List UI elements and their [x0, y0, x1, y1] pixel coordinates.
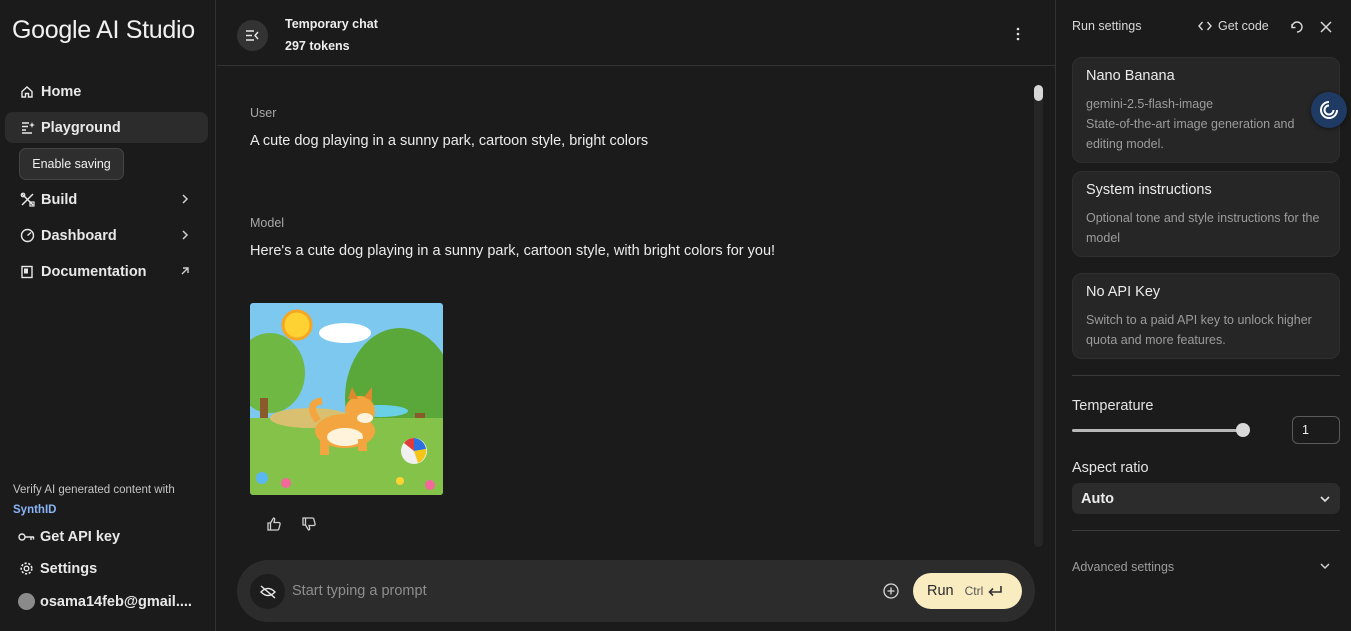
sidebar-item-label: Playground: [41, 119, 121, 136]
chat-title: Temporary chat: [285, 17, 378, 31]
get-code-button[interactable]: Get code: [1198, 19, 1269, 33]
toggle-sidebar-button[interactable]: [237, 20, 268, 51]
collapse-sidebar-icon: [246, 30, 259, 41]
gear-icon: [18, 560, 35, 577]
model-id: gemini-2.5-flash-image: [1086, 97, 1214, 111]
documentation-icon: [19, 264, 35, 280]
settings-button[interactable]: Settings: [18, 560, 97, 577]
token-count: 297 tokens: [285, 39, 350, 53]
prompt-bar: Run Ctrl: [237, 560, 1035, 622]
chevron-down-icon[interactable]: [1318, 559, 1332, 573]
run-shortcut: Ctrl: [964, 584, 984, 598]
thumbs-up-icon[interactable]: [266, 516, 282, 532]
sidebar-item-home[interactable]: Home: [5, 76, 208, 107]
more-options-icon[interactable]: [1010, 26, 1026, 42]
prompt-input[interactable]: [292, 580, 872, 602]
get-api-key-button[interactable]: Get API key: [18, 528, 120, 545]
external-link-icon: [181, 267, 189, 275]
run-label: Run: [927, 583, 954, 599]
temperature-input[interactable]: 1: [1292, 416, 1340, 444]
temporary-chat-toggle[interactable]: [250, 574, 285, 609]
key-icon: [18, 528, 35, 545]
home-icon: [19, 84, 35, 100]
add-media-icon[interactable]: [882, 582, 900, 600]
settings-label: Settings: [40, 560, 98, 577]
api-key-title: No API Key: [1086, 284, 1161, 300]
close-icon[interactable]: [1318, 19, 1334, 35]
run-button[interactable]: Run Ctrl: [913, 573, 1022, 609]
system-instructions-title: System instructions: [1086, 182, 1212, 198]
system-instructions-card[interactable]: System instructions Optional tone and st…: [1072, 171, 1340, 257]
get-code-label: Get code: [1218, 19, 1269, 33]
api-key-card[interactable]: No API Key Switch to a paid API key to u…: [1072, 273, 1340, 359]
sidebar-item-label: Dashboard: [41, 227, 117, 244]
playground-icon: [19, 120, 35, 136]
sidebar-item-playground[interactable]: Playground: [5, 112, 208, 143]
account-button[interactable]: osama14feb@gmail....: [18, 593, 192, 610]
model-name: Nano Banana: [1086, 68, 1175, 84]
temperature-label: Temperature: [1072, 398, 1154, 414]
sidebar-item-build[interactable]: Build: [5, 184, 208, 215]
chat-panel: Temporary chat 297 tokens User A cute do…: [217, 0, 1055, 631]
model-selector-card[interactable]: Nano Banana gemini-2.5-flash-image State…: [1072, 57, 1340, 163]
divider: [1072, 375, 1340, 376]
chevron-right-icon: [182, 230, 189, 240]
aspect-ratio-select[interactable]: Auto: [1072, 483, 1340, 514]
verify-text: Verify AI generated content with: [13, 484, 175, 496]
eye-off-icon: [259, 584, 276, 599]
reset-settings-icon[interactable]: [1289, 19, 1305, 35]
run-settings-panel: Run settings Get code Nano Banana gemini…: [1055, 0, 1351, 631]
account-email: osama14feb@gmail....: [40, 593, 192, 610]
spiral-icon: [1320, 101, 1338, 119]
system-instructions-description: Optional tone and style instructions for…: [1086, 211, 1320, 245]
chat-scrollbar-thumb[interactable]: [1034, 85, 1043, 101]
synthid-link[interactable]: SynthID: [13, 500, 175, 520]
run-settings-title: Run settings: [1072, 19, 1142, 33]
aspect-ratio-value: Auto: [1081, 490, 1115, 507]
left-sidebar: Google AI Studio Home Playground Enable …: [0, 0, 216, 631]
dashboard-icon: [19, 228, 35, 244]
get-api-key-label: Get API key: [40, 528, 121, 545]
synthid-notice: Verify AI generated content with SynthID: [13, 480, 175, 520]
avatar: [18, 593, 35, 610]
chat-header: Temporary chat 297 tokens: [217, 0, 1055, 66]
chevron-down-icon: [1320, 496, 1330, 503]
divider: [1072, 530, 1340, 531]
sidebar-item-dashboard[interactable]: Dashboard: [5, 220, 208, 251]
model-role-label: Model: [250, 216, 285, 230]
sidebar-item-documentation[interactable]: Documentation: [5, 256, 208, 287]
model-description: State-of-the-art image generation and ed…: [1086, 117, 1295, 151]
enter-key-icon: [988, 586, 1003, 597]
api-key-description: Switch to a paid API key to unlock highe…: [1086, 313, 1312, 347]
temperature-slider[interactable]: [1072, 429, 1243, 432]
thumbs-down-icon[interactable]: [301, 516, 317, 532]
sidebar-item-label: Documentation: [41, 263, 147, 280]
chat-scrollbar[interactable]: [1034, 85, 1043, 547]
sidebar-item-label: Home: [41, 83, 82, 100]
build-icon: [19, 192, 35, 208]
sidebar-item-label: Build: [41, 191, 78, 208]
advanced-settings-toggle[interactable]: Advanced settings: [1072, 560, 1174, 574]
app-window: Google AI Studio Home Playground Enable …: [0, 0, 1351, 631]
code-icon: [1198, 21, 1212, 31]
temperature-slider-handle[interactable]: [1236, 423, 1250, 437]
user-message: A cute dog playing in a sunny park, cart…: [250, 133, 649, 149]
aspect-ratio-label: Aspect ratio: [1072, 460, 1149, 476]
floating-assistant-button[interactable]: [1311, 92, 1347, 128]
model-message: Here's a cute dog playing in a sunny par…: [250, 243, 776, 259]
chevron-right-icon: [182, 194, 189, 204]
enable-saving-tooltip: Enable saving: [19, 148, 124, 180]
user-role-label: User: [250, 106, 277, 120]
generated-image[interactable]: [250, 303, 443, 495]
app-logo[interactable]: Google AI Studio: [12, 16, 195, 45]
